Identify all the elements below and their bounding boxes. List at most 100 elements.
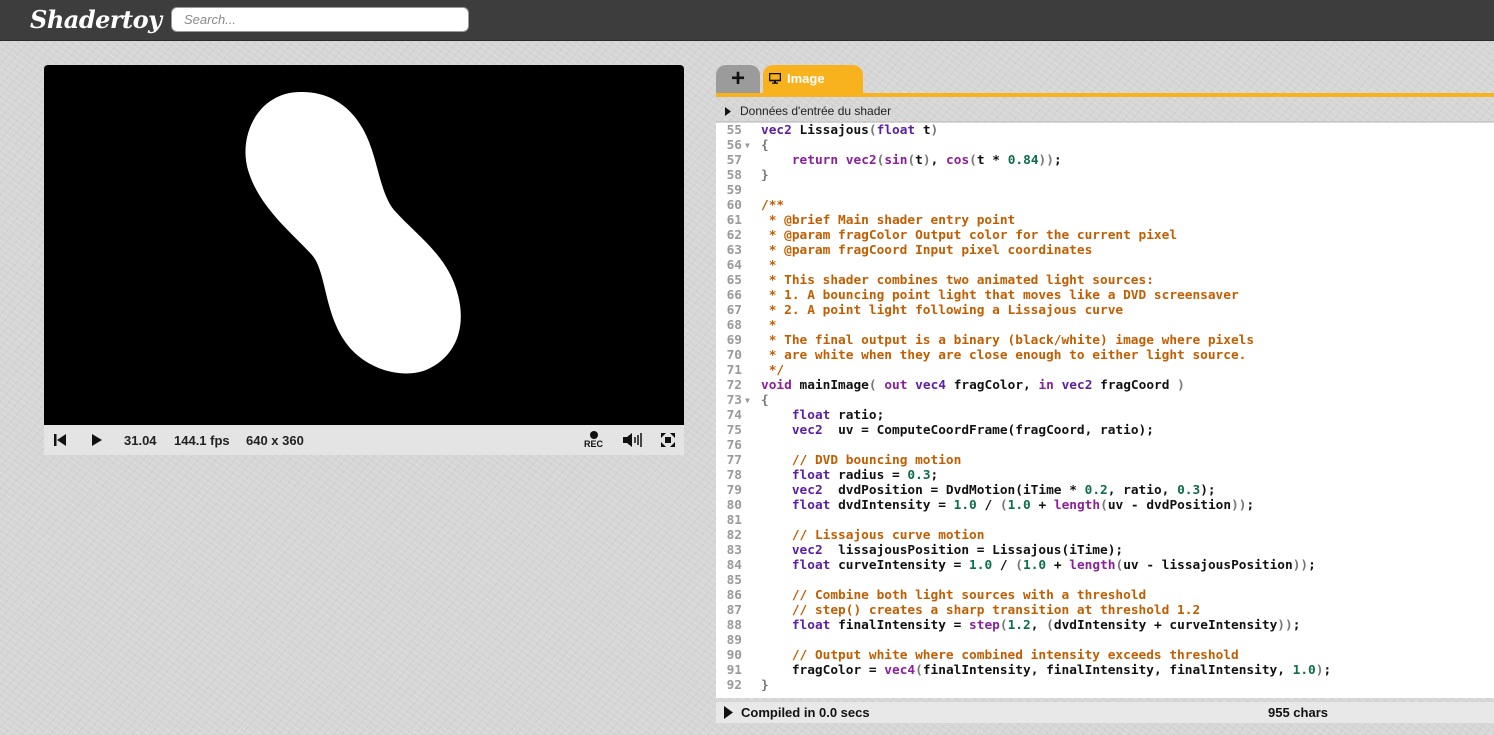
shader-canvas[interactable] [44,65,684,425]
code-token: )) [1277,618,1293,633]
code-line[interactable]: 68 * [716,318,1494,333]
code-token: } [761,168,769,183]
fold-arrow-icon[interactable]: ▼ [745,138,750,153]
tab-image-label: Image [787,71,825,86]
code-line[interactable]: 92} [716,678,1494,693]
expand-errors-icon[interactable] [724,706,733,719]
shader-inputs-label: Données d'entrée du shader [740,104,892,118]
code-line[interactable]: 78 float radius = 0.3; [716,468,1494,483]
fold-arrow-icon[interactable]: ▼ [745,393,750,408]
code-text: * are white when they are close enough t… [761,348,1247,363]
code-token: vec4 [884,663,916,678]
code-line[interactable]: 63 * @param fragCoord Input pixel coordi… [716,243,1494,258]
line-number: 86 [726,588,742,603]
code-line[interactable]: 69 * The final output is a binary (black… [716,333,1494,348]
add-tab-button[interactable]: + [716,65,760,93]
line-number: 88 [726,618,742,633]
code-line[interactable]: 75 vec2 uv = ComputeCoordFrame(fragCoord… [716,423,1494,438]
fullscreen-button[interactable] [661,425,675,455]
code-line[interactable]: 73 ▼ { [716,393,1494,408]
code-line[interactable]: 80 float dvdIntensity = 1.0 / (1.0 + len… [716,498,1494,513]
code-line[interactable]: 59 [716,183,1494,198]
code-line[interactable]: 77 // DVD bouncing motion [716,453,1494,468]
code-line[interactable]: 89 [716,633,1494,648]
code-line[interactable]: 82 // Lissajous curve motion [716,528,1494,543]
code-line[interactable]: 62 * @param fragColor Output color for t… [716,228,1494,243]
code-token: ) [922,153,931,168]
code-text: * @param fragColor Output color for the … [761,228,1177,243]
code-line[interactable]: 58} [716,168,1494,183]
code-token: fragCoord [1092,378,1178,393]
line-number: 89 [726,633,742,648]
code-token: ; [1323,663,1332,678]
play-button[interactable] [91,425,103,455]
code-line[interactable]: 71 */ [716,363,1494,378]
code-line[interactable]: 87 // step() creates a sharp transition … [716,603,1494,618]
code-line[interactable]: 74 float ratio; [716,408,1494,423]
code-token: ( [868,378,877,393]
code-line[interactable]: 84 float curveIntensity = 1.0 / (1.0 + l… [716,558,1494,573]
code-text: * @param fragCoord Input pixel coordinat… [761,243,1093,258]
volume-icon [623,433,642,447]
code-line[interactable]: 72 void mainImage( out vec4 fragColor, in… [716,378,1494,393]
code-area[interactable]: 55 vec2 Lissajous(float t) 56 ▼{57 return v… [716,123,1494,698]
code-token: 1.0 [1292,663,1316,678]
code-line[interactable]: 91 fragColor = vec4(finalIntensity, fina… [716,663,1494,678]
code-line[interactable]: 76 [716,438,1494,453]
code-line[interactable]: 67 * 2. A point light following a Lissaj… [716,303,1494,318]
volume-button[interactable] [622,425,642,455]
code-line[interactable]: 83 vec2 lissajousPosition = Lissajous(iT… [716,543,1494,558]
code-token: void [761,378,792,393]
code-line[interactable]: 55 vec2 Lissajous(float t) [716,123,1494,138]
code-line[interactable]: 56 ▼ { [716,138,1494,153]
code-line[interactable]: 88 float finalIntensity = step(1.2, (dvd… [716,618,1494,633]
shadertoy-logo[interactable]: Shadertoy [30,5,162,34]
code-text: float finalIntensity = step(1.2, (dvdInt… [761,618,1301,633]
line-number: 74 [726,408,742,423]
shader-inputs-toggle[interactable]: Données d'entrée du shader [716,103,1494,122]
code-line[interactable]: 61 * @brief Main shader entry point [716,213,1494,228]
code-line[interactable]: 66 * 1. A bouncing point light that move… [716,288,1494,303]
editor-tabs: + Image [716,65,1494,97]
code-line[interactable]: 70 * are white when they are close enoug… [716,348,1494,363]
line-number: 62 [726,228,742,243]
code-token: */ [761,363,785,378]
line-number: 59 [726,183,742,198]
rewind-button[interactable] [53,425,67,455]
code-line[interactable]: 57 return vec2(sin(t), cos(t * 0.84)); [716,153,1494,168]
code-line[interactable]: 81 [716,513,1494,528]
code-token: 1.0 [1007,498,1031,513]
line-number: 80 [726,498,742,513]
code-text: */ [761,363,784,378]
code-text: * 1. A bouncing point light that moves l… [761,288,1239,303]
code-text: // Output white where combined intensity… [761,648,1239,663]
code-token: ( [868,123,877,138]
code-line[interactable]: 65 * This shader combines two animated l… [716,273,1494,288]
code-token: vec2 [1061,378,1093,393]
line-number: 65 [726,273,742,288]
search-input[interactable] [171,7,469,32]
line-number: 55 [726,123,742,138]
code-token: // DVD bouncing motion [791,453,962,468]
code-text: float dvdIntensity = 1.0 / (1.0 + length… [761,498,1254,513]
monitor-icon [769,73,781,84]
render-output [245,91,461,374]
code-token: / [976,498,1000,513]
code-token: )) [1231,498,1247,513]
code-token: ; [1246,498,1255,513]
code-line[interactable]: 79 vec2 dvdPosition = DvdMotion(iTime * … [716,483,1494,498]
code-token: ; [1053,153,1062,168]
rewind-icon [54,434,66,446]
code-line[interactable]: 64 * [716,258,1494,273]
code-line[interactable]: 86 // Combine both light sources with a … [716,588,1494,603]
record-button[interactable]: REC [584,425,603,455]
code-line[interactable]: 90 // Output white where combined intens… [716,648,1494,663]
code-text: return vec2(sin(t), cos(t * 0.84)); [761,153,1062,168]
code-line[interactable]: 85 [716,573,1494,588]
code-token: ratio; [830,408,885,423]
tab-image[interactable]: Image [763,65,863,93]
code-line[interactable]: 60 /** [716,198,1494,213]
